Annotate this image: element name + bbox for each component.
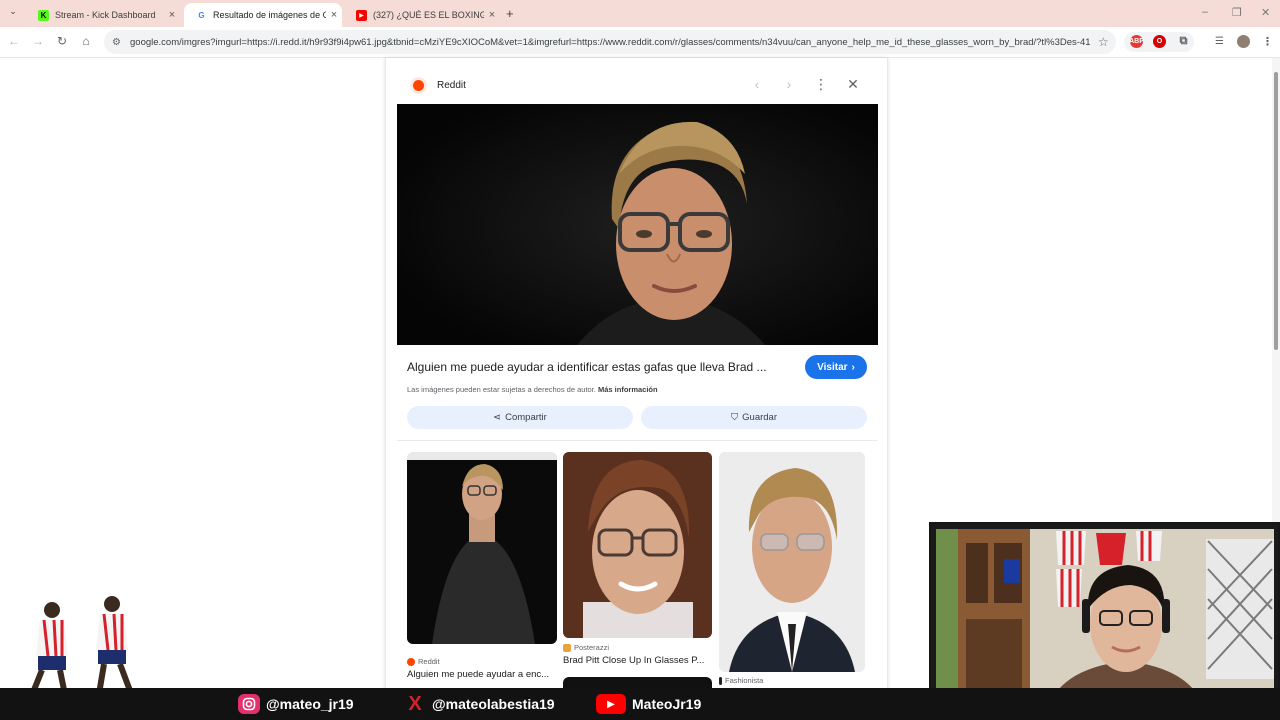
related-photo [407,460,557,644]
preview-image[interactable] [397,104,878,345]
related-photo [719,452,865,672]
x-handle: X @mateolabestia19 [404,692,554,715]
related-image[interactable] [719,452,865,672]
source-name[interactable]: Reddit [437,80,466,91]
tab-search-button[interactable]: ⌄ [6,6,20,20]
tab-kick-dashboard[interactable]: K Stream - Kick Dashboard × [26,3,180,27]
related-source: Posterazzi [563,643,609,652]
instagram-handle: @mateo_jr19 [238,693,354,715]
browser-toolbar: ← → ↻ ⌂ ⚙ google.com/imgres?imgurl=https… [0,27,1280,58]
fashionista-icon [719,676,722,685]
more-options-icon[interactable]: ⋮ [813,76,829,93]
home-icon[interactable]: ⌂ [78,34,94,48]
instagram-icon [238,694,260,714]
reddit-icon [407,657,415,666]
url-text[interactable]: google.com/imgres?imgurl=https://i.redd.… [130,37,1090,48]
scrollbar-thumb[interactable] [1274,72,1278,350]
divider [397,440,878,441]
portrait-photo [397,104,878,345]
reload-icon[interactable]: ↻ [54,34,70,48]
minimize-icon[interactable]: – [1202,6,1208,18]
close-tab-icon[interactable]: × [164,9,180,21]
related-image[interactable] [563,452,712,638]
tab-label: Stream - Kick Dashboard [55,10,156,20]
x-logo-icon: X [408,692,422,715]
image-viewer-panel: Reddit ‹ › ⋮ ✕ Alguien me puede ayudar a… [385,58,888,698]
bookmark-star-icon[interactable]: ☆ [1098,35,1109,49]
related-title[interactable]: Brad Pitt Close Up In Glasses P... [563,655,711,666]
copyright-text: Las imágenes pueden estar sujetas a dere… [407,385,596,394]
menu-kebab-icon[interactable]: ⋮ [1261,35,1274,48]
tab-strip: ⌄ K Stream - Kick Dashboard × G Resultad… [0,0,1280,27]
youtube-handle: ▶ MateoJr19 [596,693,701,715]
next-image-icon[interactable]: › [781,76,797,92]
related-photo [563,452,712,638]
copyright-notice: Las imágenes pueden estar sujetas a dere… [407,385,658,394]
extensions-puzzle-icon[interactable]: ⧉ [1177,35,1190,48]
tab-label: (327) ¿QUÉ ES EL BOXING DAY? [373,10,484,20]
profile-avatar[interactable] [1237,35,1250,48]
previous-image-icon[interactable]: ‹ [749,76,765,92]
close-tab-icon[interactable]: × [326,9,342,21]
image-title[interactable]: Alguien me puede ayudar a identificar es… [407,360,787,374]
share-label: Compartir [505,412,547,423]
google-icon: G [196,9,207,21]
visit-button[interactable]: Visitar › [805,355,867,379]
related-image[interactable] [407,452,557,644]
close-window-icon[interactable]: ✕ [1261,6,1270,19]
youtube-icon: ▶ [356,9,367,21]
tab-google-images[interactable]: G Resultado de imágenes de Goo × [184,3,342,27]
related-title[interactable]: Alguien me puede ayudar a enc... [407,669,555,680]
restore-icon[interactable]: ❐ [1232,6,1242,19]
address-bar[interactable]: ⚙ google.com/imgres?imgurl=https://i.red… [104,30,1116,54]
bookmark-icon: ⛉ [731,412,739,423]
more-info-link[interactable]: Más información [598,385,658,394]
adblock-extension-icon[interactable]: ABP [1129,35,1144,48]
reddit-icon [410,77,427,94]
back-icon[interactable]: ← [6,34,22,48]
save-button[interactable]: ⛉ Guardar [641,406,867,429]
chevron-right-icon: › [851,361,855,373]
social-bar: @mateo_jr19 X @mateolabestia19 ▶ MateoJr… [0,688,1280,720]
share-icon: ⋖ [493,412,502,423]
forward-icon[interactable]: → [30,34,46,48]
opera-extension-icon[interactable]: O [1153,35,1166,48]
related-source: Reddit [407,657,440,666]
tab-youtube[interactable]: ▶ (327) ¿QUÉ ES EL BOXING DAY? × [344,3,500,27]
new-tab-button[interactable]: + [506,6,514,21]
site-info-icon[interactable]: ⚙ [112,37,126,48]
tab-label: Resultado de imágenes de Goo [213,10,326,20]
share-button[interactable]: ⋖ Compartir [407,406,633,429]
visit-label: Visitar [817,361,848,373]
kick-icon: K [38,9,49,21]
posterazzi-icon [563,643,571,652]
related-source: Fashionista [719,676,763,685]
close-tab-icon[interactable]: × [484,9,500,21]
youtube-icon: ▶ [596,694,626,714]
save-label: Guardar [742,412,777,423]
close-icon[interactable]: ✕ [845,76,861,93]
reading-list-icon[interactable]: ☰ [1213,35,1226,48]
